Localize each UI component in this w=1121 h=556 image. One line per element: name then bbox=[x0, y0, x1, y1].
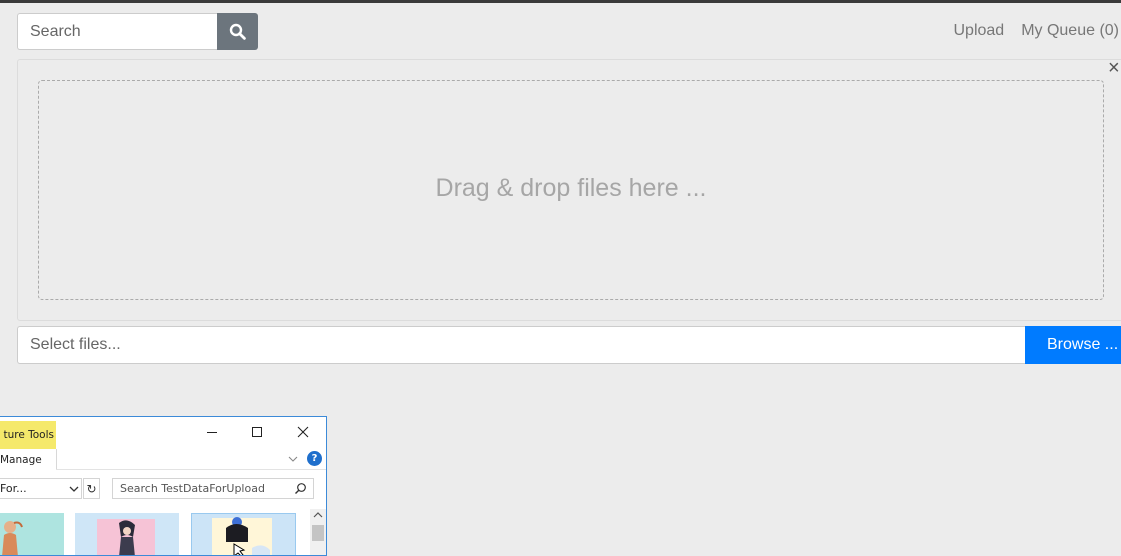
file-explorer-dialog: ture Tools Manage ? For... ↻ Search Test… bbox=[0, 416, 327, 556]
character-image-icon bbox=[212, 517, 272, 555]
close-icon[interactable]: × bbox=[1108, 58, 1120, 78]
character-image-icon bbox=[2, 521, 23, 555]
minimize-icon bbox=[206, 432, 217, 433]
address-bar-text: For... bbox=[0, 482, 27, 495]
help-icon[interactable]: ? bbox=[307, 451, 322, 466]
search-button[interactable] bbox=[217, 13, 258, 50]
address-dropdown-icon[interactable] bbox=[68, 483, 80, 495]
explorer-search-icon bbox=[295, 483, 306, 494]
file-caption-placeholder: Select files... bbox=[30, 336, 121, 353]
drop-panel: Drag & drop files here ... bbox=[17, 59, 1121, 321]
search-icon bbox=[229, 23, 246, 40]
scroll-thumb[interactable] bbox=[312, 525, 324, 541]
my-queue-link[interactable]: My Queue (0) bbox=[1021, 22, 1119, 40]
refresh-icon: ↻ bbox=[86, 481, 97, 496]
file-thumbnail[interactable] bbox=[0, 513, 64, 555]
top-bar-line bbox=[0, 0, 1121, 3]
scroll-up-icon[interactable] bbox=[313, 511, 323, 519]
maximize-button[interactable] bbox=[234, 419, 279, 445]
manage-tab[interactable]: Manage bbox=[0, 449, 57, 470]
ribbon-divider bbox=[56, 469, 326, 470]
file-thumbnail[interactable] bbox=[75, 513, 179, 555]
nav-links: Upload My Queue (0) bbox=[953, 22, 1119, 40]
browse-button-label: Browse ... bbox=[1047, 336, 1119, 353]
character-image-icon bbox=[97, 519, 155, 555]
vertical-scrollbar[interactable] bbox=[310, 509, 326, 555]
explorer-search-field[interactable]: Search TestDataForUpload bbox=[112, 478, 314, 499]
maximize-icon bbox=[251, 427, 262, 437]
minimize-button[interactable] bbox=[189, 419, 234, 445]
drop-zone-text: Drag & drop files here ... bbox=[435, 173, 707, 202]
refresh-button[interactable]: ↻ bbox=[83, 478, 100, 499]
search-group bbox=[17, 13, 258, 50]
upload-link[interactable]: Upload bbox=[953, 22, 1004, 40]
file-caption-field[interactable]: Select files... bbox=[17, 326, 1025, 364]
manage-tab-label: Manage bbox=[0, 453, 42, 466]
window-close-button[interactable] bbox=[280, 419, 325, 445]
file-input-group: Select files... Browse ... bbox=[17, 326, 1121, 364]
explorer-search-placeholder: Search TestDataForUpload bbox=[120, 482, 265, 495]
picture-tools-label: ture Tools bbox=[3, 429, 54, 441]
search-input[interactable] bbox=[17, 13, 217, 50]
file-thumbnail-selected[interactable] bbox=[191, 513, 296, 555]
expand-ribbon-button[interactable] bbox=[286, 452, 300, 466]
picture-tools-tab[interactable]: ture Tools bbox=[0, 421, 56, 449]
chevron-down-icon bbox=[288, 456, 298, 462]
browse-button[interactable]: Browse ... bbox=[1025, 326, 1121, 364]
window-close-icon bbox=[297, 426, 308, 438]
drop-zone[interactable]: Drag & drop files here ... bbox=[38, 80, 1104, 300]
